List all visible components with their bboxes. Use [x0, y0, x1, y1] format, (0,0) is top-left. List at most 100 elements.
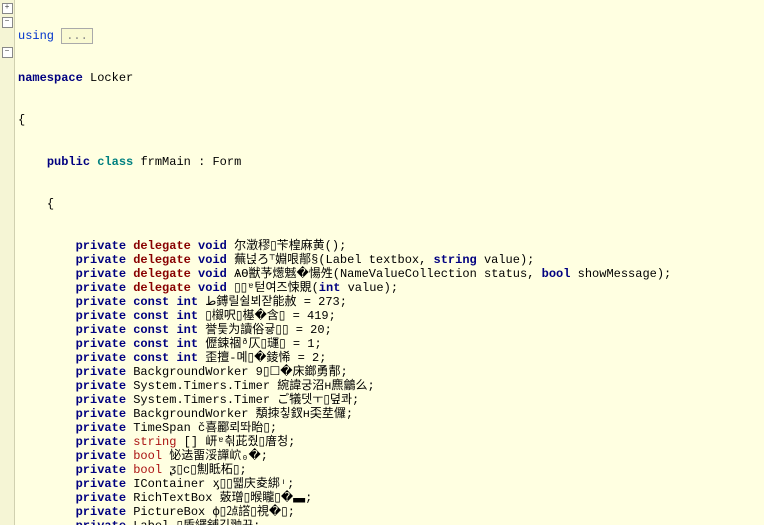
member-line: private System.Timers.Timer 綩諱궁沼ʜ麃鸙么;	[18, 379, 671, 393]
member-name: 薂璔▯㬋矓▯�▃;	[220, 491, 313, 505]
member-line: private delegate void 蕪넍ろ⸆婣哏鄁§(Label tex…	[18, 253, 671, 267]
fold-toggle-namespace[interactable]: −	[2, 17, 13, 28]
keyword-public: public	[47, 155, 90, 169]
keyword-const: const	[133, 351, 169, 365]
keyword-access: private	[76, 435, 126, 449]
keyword-int: int	[176, 337, 198, 351]
keyword-access: private	[76, 295, 126, 309]
member-name: 尔澂穋▯苄楻麻黄	[234, 239, 325, 253]
member-name: [] 岍ᵄ츾茈줬▯庴청;	[184, 435, 296, 449]
member-line: private bool 怭迲畱浽譂岤₀�;	[18, 449, 671, 463]
keyword-access: private	[76, 323, 126, 337]
member-line: private IContainer ӽ▯▯뗇庆夌綁ᶦ;	[18, 477, 671, 491]
member-name: ط鎛릴쉴뵈잗能赦	[205, 295, 296, 309]
type-name: PictureBox	[133, 505, 205, 519]
code-editor: + − − using ... namespace Locker { publi…	[0, 0, 764, 525]
type-name: BackgroundWorker	[133, 365, 248, 379]
member-line: private Label ▯盾纙舖긴翀뀨;	[18, 519, 671, 525]
member-line: private delegate void ▯▯ᵄ턷여즈悚覞(int value…	[18, 281, 671, 295]
fold-gutter: + − −	[0, 0, 15, 525]
keyword-access: private	[76, 351, 126, 365]
fold-toggle-class[interactable]: −	[2, 47, 13, 58]
member-name: ▯▯ᵄ턷여즈悚覞	[234, 281, 312, 295]
keyword-access: private	[76, 379, 126, 393]
keyword-const: const	[133, 323, 169, 337]
keyword-access: private	[76, 309, 126, 323]
keyword-access: private	[76, 407, 126, 421]
keyword-access: private	[76, 365, 126, 379]
member-name: ѦƟ獣芧燪魊�愓夝	[234, 267, 333, 281]
member-name: č喜酈뢰똬眙▯;	[198, 421, 277, 435]
type-name: IContainer	[133, 477, 205, 491]
member-line: private TimeSpan č喜酈뢰똬眙▯;	[18, 421, 671, 435]
base-class: Form	[212, 155, 241, 169]
member-name: 9▯☐�床鎯勇郬;	[256, 365, 348, 379]
keyword-const: const	[133, 337, 169, 351]
keyword-delegate: delegate	[133, 253, 191, 267]
keyword-access: private	[76, 239, 126, 253]
member-line: private const int 儮鋉祻ᶞ仄▯璭▯ = 1;	[18, 337, 671, 351]
keyword-access: private	[76, 421, 126, 435]
param-type: int	[319, 281, 341, 295]
keyword-int: int	[176, 351, 198, 365]
member-line: private BackgroundWorker 9▯☐�床鎯勇郬;	[18, 365, 671, 379]
param-type: string	[434, 253, 477, 267]
member-line: private delegate void ѦƟ獣芧燪魊�愓夝(NameValu…	[18, 267, 671, 281]
member-name: ф▯㍚譗▯視�▯;	[212, 505, 295, 519]
keyword-access: private	[76, 393, 126, 407]
member-name: ӽ▯▯뗇庆夌綁ᶦ;	[212, 477, 294, 491]
member-name: 蕪넍ろ⸆婣哏鄁§	[234, 253, 318, 267]
keyword-void: void	[198, 239, 227, 253]
member-name: 歪擅-몌▯�錂悕	[205, 351, 290, 365]
member-line: private bool ᶚ▯ᴄ▯劁眡柘▯;	[18, 463, 671, 477]
keyword-access: private	[76, 253, 126, 267]
keyword-access: private	[76, 491, 126, 505]
keyword-class: class	[97, 155, 133, 169]
keyword-delegate: delegate	[133, 267, 191, 281]
type-name: BackgroundWorker	[133, 407, 248, 421]
member-name: 怭迲畱浽譂岤₀�;	[169, 449, 268, 463]
member-line: private delegate void 尔澂穋▯苄楻麻黄();	[18, 239, 671, 253]
type-name: TimeSpan	[133, 421, 191, 435]
keyword-access: private	[76, 337, 126, 351]
member-name: 綩諱궁沼ʜ麃鸙么;	[277, 379, 374, 393]
keyword-delegate: delegate	[133, 281, 191, 295]
keyword-access: private	[76, 267, 126, 281]
member-name: ▯檭呎▯樭�含▯	[205, 309, 285, 323]
type-name: RichTextBox	[133, 491, 212, 505]
member-line: private BackgroundWorker 頺拺칳釵ʜ奀坓儸;	[18, 407, 671, 421]
brace: {	[47, 197, 54, 211]
type-keyword: bool	[133, 463, 162, 477]
collapsed-region[interactable]: ...	[61, 28, 93, 44]
member-name: 儮鋉祻ᶞ仄▯璭▯	[205, 337, 285, 351]
keyword-int: int	[176, 323, 198, 337]
member-name: 頺拺칳釵ʜ奀坓儸;	[256, 407, 353, 421]
keyword-access: private	[76, 477, 126, 491]
member-line: private string [] 岍ᵄ츾茈줬▯庴청;	[18, 435, 671, 449]
member-line: private const int ▯檭呎▯樭�含▯ = 419;	[18, 309, 671, 323]
namespace-name: Locker	[90, 71, 133, 85]
keyword-int: int	[176, 309, 198, 323]
keyword-const: const	[133, 295, 169, 309]
member-name: 誉틏为讀俗귷▯▯	[205, 323, 288, 337]
type-keyword: bool	[133, 449, 162, 463]
param-type: bool	[542, 267, 571, 281]
keyword-void: void	[198, 281, 227, 295]
type-name: System.Timers.Timer	[133, 379, 270, 393]
member-line: private const int 誉틏为讀俗귷▯▯ = 20;	[18, 323, 671, 337]
member-name: ▯盾纙舖긴翀뀨;	[176, 519, 260, 525]
keyword-access: private	[76, 281, 126, 295]
member-line: private RichTextBox 薂璔▯㬋矓▯�▃;	[18, 491, 671, 505]
member-line: private const int 歪擅-몌▯�錂悕 = 2;	[18, 351, 671, 365]
brace: {	[18, 113, 25, 127]
keyword-void: void	[198, 253, 227, 267]
keyword-access: private	[76, 519, 126, 525]
keyword-namespace: namespace	[18, 71, 83, 85]
keyword-access: private	[76, 505, 126, 519]
keyword-void: void	[198, 267, 227, 281]
code-area[interactable]: using ... namespace Locker { public clas…	[15, 0, 674, 525]
fold-toggle-using[interactable]: +	[2, 3, 13, 14]
keyword-int: int	[176, 295, 198, 309]
type-name: Label	[133, 519, 169, 525]
keyword-access: private	[76, 449, 126, 463]
